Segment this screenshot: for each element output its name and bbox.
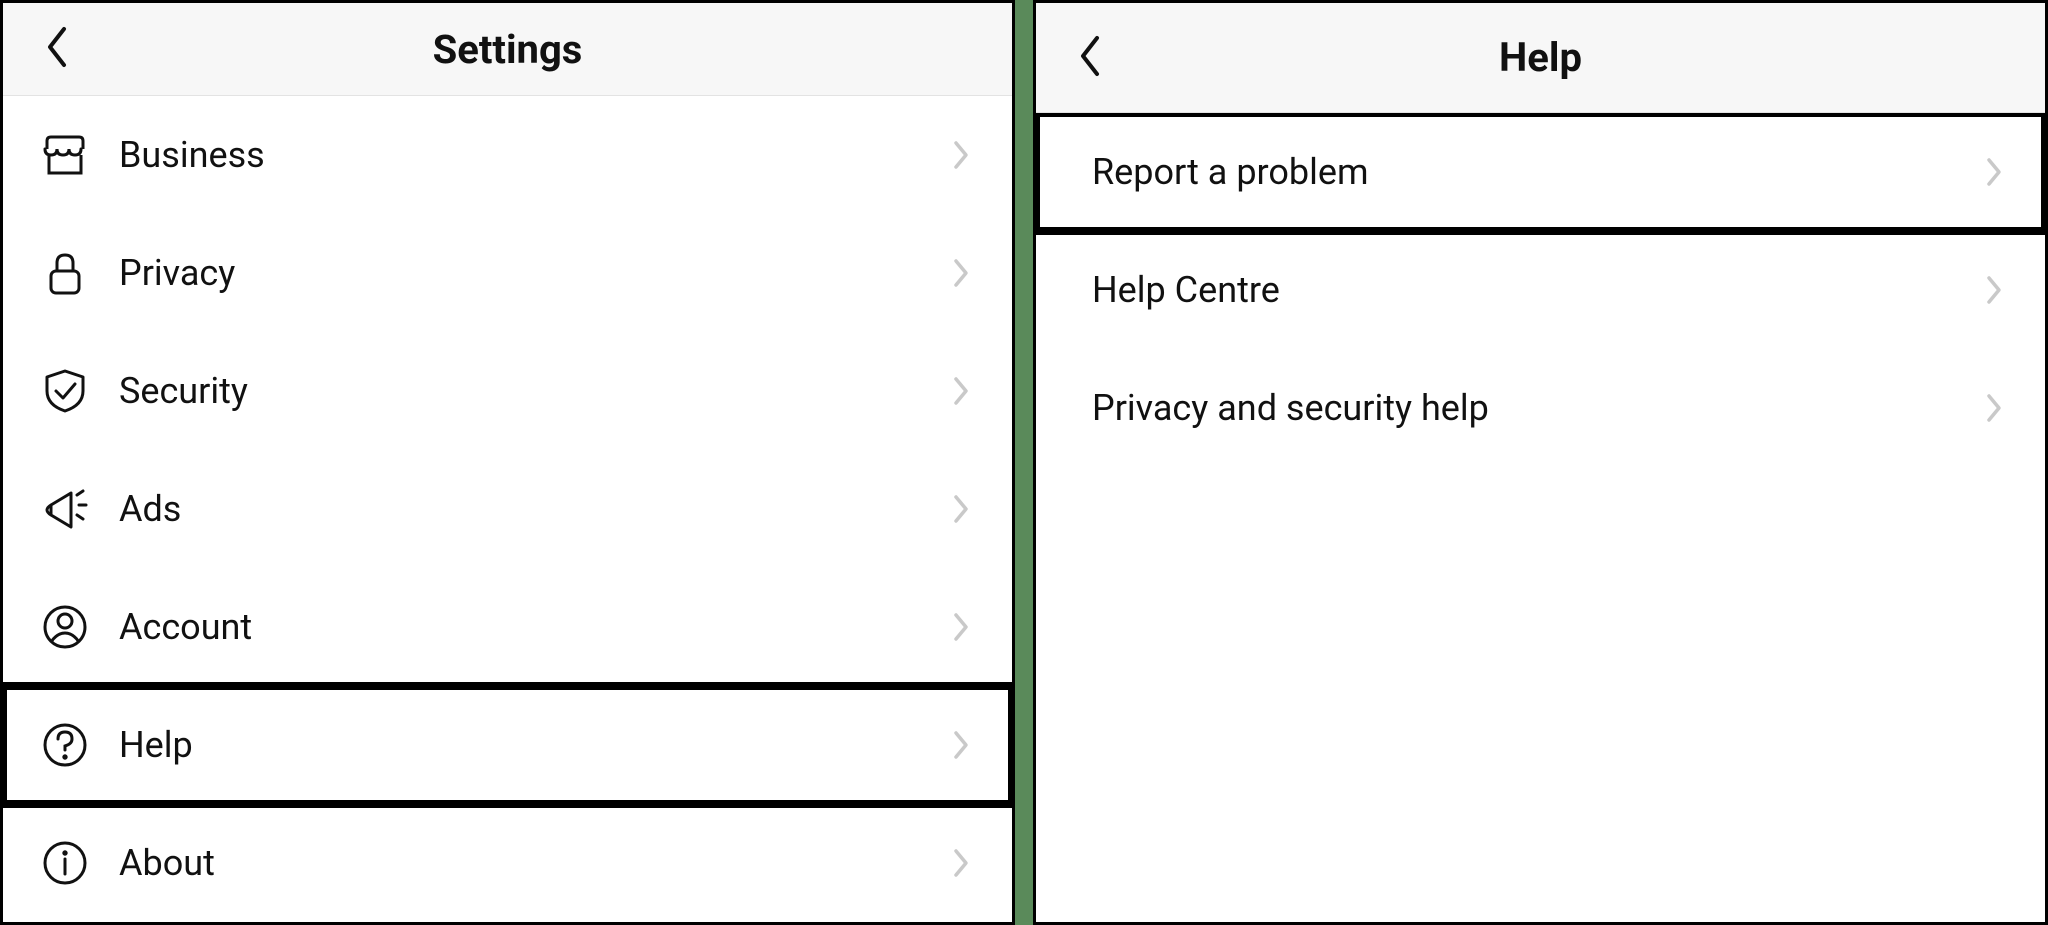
chevron-right-icon [1979,157,2009,187]
settings-list: Business Privacy Security Ads Account Help Abo… [3,96,1012,922]
chevron-right-icon [946,140,976,170]
chevron-right-icon [946,258,976,288]
settings-item-label: Security [119,370,946,412]
help-item-report-a-problem[interactable]: Report a problem [1036,113,2045,231]
help-item-label: Report a problem [1092,151,1979,193]
chevron-right-icon [946,612,976,642]
settings-item-label: Account [119,606,946,648]
back-icon [1076,34,1104,82]
page-title: Settings [3,26,1012,73]
back-icon [43,25,71,73]
settings-item-label: About [119,842,946,884]
settings-item-account[interactable]: Account [3,568,1012,686]
settings-item-label: Help [119,724,946,766]
settings-item-help[interactable]: Help [3,686,1012,804]
about-icon [39,837,91,889]
privacy-icon [39,247,91,299]
settings-item-label: Business [119,134,946,176]
settings-item-about[interactable]: About [3,804,1012,922]
chevron-right-icon [946,848,976,878]
page-title: Help [1036,34,2045,81]
settings-item-label: Ads [119,488,946,530]
account-icon [39,601,91,653]
settings-item-privacy[interactable]: Privacy [3,214,1012,332]
help-item-label: Help Centre [1092,269,1979,311]
help-pane: Help Report a problem Help Centre Privacy … [1033,0,2048,925]
settings-item-security[interactable]: Security [3,332,1012,450]
business-icon [39,129,91,181]
chevron-right-icon [946,376,976,406]
chevron-right-icon [1979,275,2009,305]
help-header: Help [1036,3,2045,113]
help-item-label: Privacy and security help [1092,387,1979,429]
settings-item-business[interactable]: Business [3,96,1012,214]
settings-header: Settings [3,3,1012,96]
chevron-right-icon [946,730,976,760]
back-button[interactable] [1064,32,1116,84]
help-list: Report a problem Help Centre Privacy and s… [1036,113,2045,922]
settings-item-ads[interactable]: Ads [3,450,1012,568]
back-button[interactable] [31,23,83,75]
chevron-right-icon [946,494,976,524]
help-item-privacy-and-security-help[interactable]: Privacy and security help [1036,349,2045,467]
help-icon [39,719,91,771]
help-item-help-centre[interactable]: Help Centre [1036,231,2045,349]
chevron-right-icon [1979,393,2009,423]
ads-icon [39,483,91,535]
settings-pane: Settings Business Privacy Security Ads Accou… [0,0,1015,925]
security-icon [39,365,91,417]
settings-item-label: Privacy [119,252,946,294]
